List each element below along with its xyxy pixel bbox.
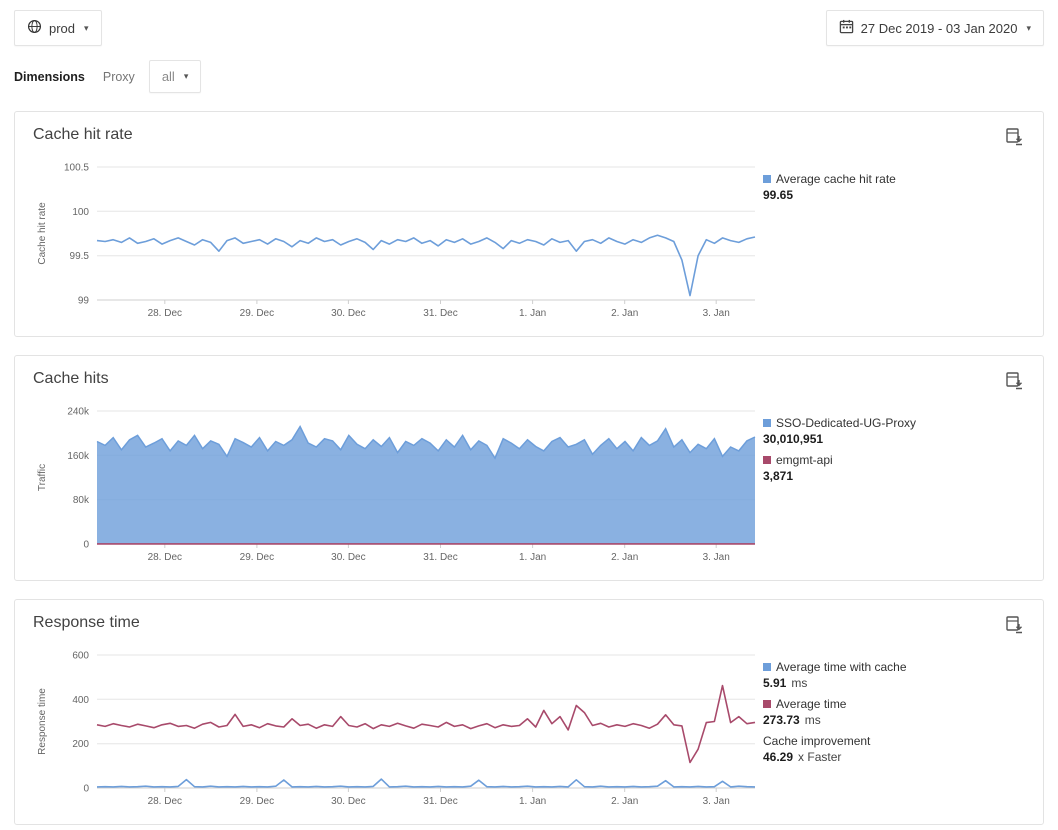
svg-text:29. Dec: 29. Dec [240, 552, 274, 563]
environment-label: prod [49, 21, 75, 36]
chart-legend: Average cache hit rate 99.65 [763, 161, 1013, 326]
svg-text:99: 99 [78, 296, 90, 307]
svg-text:1. Jan: 1. Jan [519, 308, 546, 319]
svg-text:1. Jan: 1. Jan [519, 552, 546, 563]
legend-item[interactable]: emgmt-api 3,871 [763, 452, 1013, 483]
svg-text:400: 400 [72, 695, 89, 706]
legend-label: emgmt-api [776, 452, 833, 468]
topbar: prod ▾ 27 Dec 2019 - 03 Jan 2020 ▾ [14, 10, 1044, 46]
chart-legend: SSO-Dedicated-UG-Proxy 30,010,951 emgmt-… [763, 405, 1013, 570]
svg-text:31. Dec: 31. Dec [423, 796, 457, 807]
card-cache-hits: Cache hits 0 80k 160k 240k 28. Dec 29. Dec 30.… [14, 355, 1044, 581]
svg-text:Traffic: Traffic [37, 464, 48, 491]
filterbar: Dimensions Proxy all ▾ [14, 60, 1044, 93]
svg-text:2. Jan: 2. Jan [611, 308, 638, 319]
svg-text:600: 600 [72, 651, 89, 662]
export-report-icon[interactable] [1004, 614, 1025, 641]
svg-text:Response time: Response time [37, 688, 48, 755]
legend-item[interactable]: SSO-Dedicated-UG-Proxy 30,010,951 [763, 415, 1013, 446]
svg-text:30. Dec: 30. Dec [331, 552, 365, 563]
environment-selector[interactable]: prod ▾ [14, 10, 102, 46]
svg-text:0: 0 [83, 540, 89, 551]
chevron-down-icon: ▾ [1026, 23, 1031, 34]
cache-hit-rate-chart[interactable]: 99 99.5 100 100.5 28. Dec 29. Dec 30. Dec 31. D… [33, 161, 763, 326]
date-range-picker[interactable]: 27 Dec 2019 - 03 Jan 2020 ▾ [826, 10, 1044, 46]
export-report-icon[interactable] [1004, 126, 1025, 153]
svg-text:99.5: 99.5 [70, 251, 90, 262]
legend-item[interactable]: Average time with cache 5.91ms [763, 659, 1013, 690]
svg-text:2. Jan: 2. Jan [611, 796, 638, 807]
card-title: Response time [33, 614, 140, 632]
chart-legend: Average time with cache 5.91ms Average t… [763, 649, 1013, 814]
legend-value: 30,010,951 [763, 432, 1013, 446]
chevron-down-icon: ▾ [84, 23, 89, 34]
card-title: Cache hits [33, 370, 109, 388]
legend-label: Average cache hit rate [776, 171, 896, 187]
calendar-icon [839, 19, 854, 37]
series-marker [763, 663, 771, 671]
date-range-label: 27 Dec 2019 - 03 Jan 2020 [861, 21, 1018, 36]
globe-icon [27, 19, 42, 37]
svg-text:29. Dec: 29. Dec [240, 796, 274, 807]
svg-text:31. Dec: 31. Dec [423, 552, 457, 563]
svg-text:2. Jan: 2. Jan [611, 552, 638, 563]
svg-text:0: 0 [83, 784, 89, 795]
svg-text:28. Dec: 28. Dec [148, 552, 182, 563]
legend-item: Cache improvement 46.29x Faster [763, 733, 1013, 764]
svg-text:200: 200 [72, 739, 89, 750]
dimensions-label: Dimensions [14, 70, 85, 84]
svg-text:80k: 80k [73, 495, 90, 506]
svg-text:31. Dec: 31. Dec [423, 308, 457, 319]
legend-value: 3,871 [763, 469, 1013, 483]
card-cache-hit-rate: Cache hit rate 99 99.5 100 100.5 28. Dec 29. … [14, 111, 1044, 337]
legend-label: Average time [776, 696, 846, 712]
card-response-time: Response time 0 200 400 600 28. Dec 29. Dec 30… [14, 599, 1044, 825]
export-report-icon[interactable] [1004, 370, 1025, 397]
series-marker [763, 419, 771, 427]
svg-text:240k: 240k [67, 407, 90, 418]
legend-label: Cache improvement [763, 733, 870, 749]
analytics-dashboard: prod ▾ 27 Dec 2019 - 03 Jan 2020 ▾ Dimen… [0, 0, 1058, 830]
svg-text:3. Jan: 3. Jan [703, 308, 730, 319]
legend-label: Average time with cache [776, 659, 907, 675]
proxy-filter-value: all [162, 69, 175, 84]
response-time-chart[interactable]: 0 200 400 600 28. Dec 29. Dec 30. Dec 31. Dec 1.… [33, 649, 763, 814]
svg-text:100.5: 100.5 [64, 163, 89, 174]
legend-value: 99.65 [763, 188, 1013, 202]
legend-value: 46.29x Faster [763, 750, 1013, 764]
chevron-down-icon: ▾ [184, 71, 189, 82]
legend-value: 273.73ms [763, 713, 1013, 727]
svg-text:160k: 160k [67, 451, 90, 462]
dimension-proxy-label: Proxy [103, 70, 135, 84]
svg-text:3. Jan: 3. Jan [703, 552, 730, 563]
svg-text:30. Dec: 30. Dec [331, 796, 365, 807]
series-marker [763, 700, 771, 708]
svg-text:Cache hit rate: Cache hit rate [37, 202, 48, 265]
svg-text:28. Dec: 28. Dec [148, 308, 182, 319]
legend-label: SSO-Dedicated-UG-Proxy [776, 415, 916, 431]
svg-text:28. Dec: 28. Dec [148, 796, 182, 807]
legend-value: 5.91ms [763, 676, 1013, 690]
legend-item[interactable]: Average cache hit rate 99.65 [763, 171, 1013, 202]
legend-item[interactable]: Average time 273.73ms [763, 696, 1013, 727]
svg-text:3. Jan: 3. Jan [703, 796, 730, 807]
series-marker [763, 175, 771, 183]
svg-text:100: 100 [72, 207, 89, 218]
svg-text:30. Dec: 30. Dec [331, 308, 365, 319]
card-title: Cache hit rate [33, 126, 133, 144]
svg-text:1. Jan: 1. Jan [519, 796, 546, 807]
series-marker [763, 456, 771, 464]
cache-hits-chart[interactable]: 0 80k 160k 240k 28. Dec 29. Dec 30. Dec 31. Dec… [33, 405, 763, 570]
svg-text:29. Dec: 29. Dec [240, 308, 274, 319]
proxy-filter-dropdown[interactable]: all ▾ [149, 60, 202, 93]
